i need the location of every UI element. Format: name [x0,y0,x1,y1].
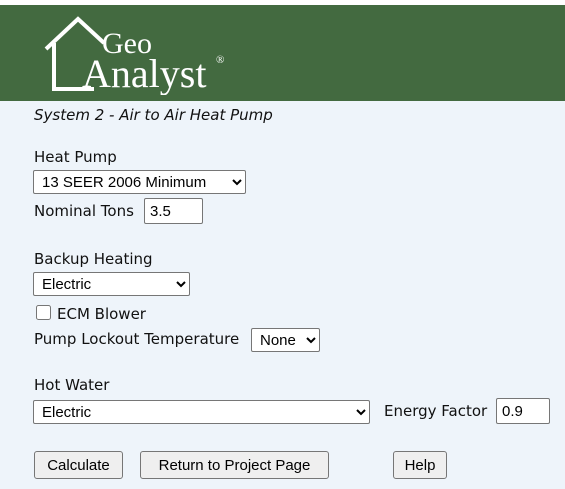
logo-registered-mark: ® [216,54,224,66]
backup-heating-label: Backup Heating [34,250,153,268]
calculate-button[interactable]: Calculate [34,451,123,479]
nominal-tons-label: Nominal Tons [34,202,134,220]
ecm-blower-label: ECM Blower [57,305,146,323]
pump-lockout-label: Pump Lockout Temperature [34,330,240,348]
nominal-tons-input[interactable] [144,198,203,224]
energy-factor-input[interactable] [496,398,550,424]
ecm-blower-checkbox[interactable] [36,305,51,320]
hot-water-select[interactable]: Electric [33,400,370,424]
header-banner: Geo Analyst ® [0,5,565,101]
heat-pump-select[interactable]: 13 SEER 2006 Minimum [33,170,246,194]
geoanalyst-logo: Geo Analyst ® [44,16,224,95]
system-title: System 2 - Air to Air Heat Pump [34,106,273,124]
return-to-project-button[interactable]: Return to Project Page [140,451,329,479]
heat-pump-label: Heat Pump [34,148,117,166]
logo-text-analyst: Analyst [82,51,206,95]
pump-lockout-select[interactable]: None [251,328,320,352]
backup-heating-select[interactable]: Electric [33,272,190,296]
energy-factor-label: Energy Factor [384,402,488,420]
hot-water-label: Hot Water [34,376,110,394]
help-button[interactable]: Help [393,451,447,479]
